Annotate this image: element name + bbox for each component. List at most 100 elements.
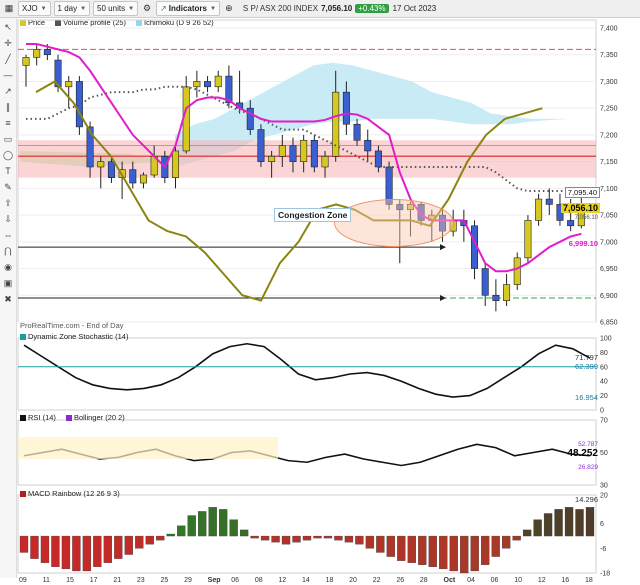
date-tick-label: 17: [90, 577, 98, 584]
candle-body: [172, 150, 180, 178]
stochastic-tick-label: 20: [600, 393, 608, 400]
rsi-label: RSI (14): [28, 413, 56, 422]
macd-bar: [30, 535, 39, 559]
candle-body: [300, 139, 308, 162]
stochastic-tick-label: 40: [600, 379, 608, 386]
price-tick-label: 7,100: [600, 186, 618, 193]
stochastic-line: [23, 342, 591, 398]
macd-bar: [72, 535, 81, 572]
date-tick-label: 06: [231, 577, 239, 584]
date-tick-label: 12: [278, 577, 286, 584]
macd-bar: [198, 511, 207, 537]
macd-bar: [93, 535, 102, 567]
stochastic-swatch: [20, 333, 26, 340]
candle-body: [193, 81, 201, 88]
date-tick-label: 08: [255, 577, 263, 584]
date-tick-label: 29: [184, 577, 192, 584]
indicator-panels: 100 80 60 40 20 0 70 50 30 20 6 -6 -18: [17, 336, 612, 578]
candle-body: [513, 257, 521, 285]
macd-bar: [103, 535, 113, 563]
date-tick-label: 16: [561, 577, 569, 584]
date-tick-label: 28: [420, 577, 428, 584]
macd-bar: [260, 535, 270, 541]
candle-body: [364, 139, 372, 152]
bollinger-band-fill: [18, 437, 278, 459]
date-tick-label: 06: [491, 577, 499, 584]
candle-body: [278, 145, 286, 157]
macd-bar: [533, 519, 542, 537]
bollinger-swatch: [65, 414, 72, 421]
last-price-small-tag: 7,056.10: [574, 215, 598, 221]
macd-bar: [271, 535, 280, 543]
macd-bar: [177, 525, 186, 537]
macd-bar: [491, 535, 500, 557]
macd-bar: [323, 535, 333, 539]
date-tick-label: 26: [396, 577, 404, 584]
candle-body: [342, 91, 350, 125]
macd-bar: [365, 535, 375, 549]
macd-bar: [386, 535, 396, 557]
arrow-head-lower: [440, 294, 446, 301]
candle-body: [129, 169, 137, 184]
macd-bar: [302, 535, 312, 541]
macd-bar: [460, 535, 469, 574]
macd-bar: [281, 535, 291, 545]
rsi-tick-label: 30: [600, 483, 608, 490]
date-tick-label: 04: [467, 577, 475, 584]
macd-bar: [376, 535, 385, 553]
macd-bar: [135, 535, 144, 549]
price-tick-label: 7,300: [600, 79, 618, 86]
macd-bar: [40, 535, 50, 563]
price-tick-label: 6,950: [600, 266, 618, 273]
price-tick-label: 7,000: [600, 239, 618, 246]
date-tick-label: 11: [43, 577, 50, 584]
macd-legend: MACD Rainbow (12 26 9 3): [20, 489, 120, 498]
macd-bar: [82, 535, 92, 572]
candle-body: [545, 198, 553, 205]
date-tick-label: 21: [113, 577, 121, 584]
candle-body: [33, 49, 41, 58]
candle-body: [321, 155, 329, 168]
date-tick-label: Oct: [444, 577, 456, 584]
candle-body: [374, 150, 382, 168]
macd-bar: [156, 535, 165, 541]
data-source-label: ProRealTime.com - End of Day: [20, 321, 124, 330]
macd-bar: [575, 509, 584, 537]
macd-bar: [501, 535, 511, 549]
candle-body: [567, 220, 575, 227]
macd-bar: [187, 515, 196, 537]
kijun-price-tag: 6,999.10: [568, 239, 598, 248]
price-tick-label: 6,900: [600, 293, 618, 300]
cloud-price-tag: 7,095.40: [564, 187, 600, 198]
date-tick-label: 23: [137, 577, 145, 584]
macd-bar: [397, 535, 406, 561]
macd-bar: [51, 535, 60, 567]
rsi-legend: RSI (14) Bollinger (20 2): [20, 413, 125, 422]
macd-value-tag: 14.296: [575, 495, 598, 504]
price-tick-label: 7,200: [600, 132, 618, 139]
macd-bar: [19, 535, 29, 553]
macd-tick-label: -18: [600, 571, 610, 578]
macd-tick-label: 20: [600, 493, 608, 500]
date-tick-label: 18: [585, 577, 593, 584]
macd-bar: [239, 529, 249, 537]
price-axis: 7,400 7,350 7,300 7,250 7,200 7,150 7,100 7,050…: [600, 26, 618, 327]
macd-bar: [208, 507, 217, 537]
date-tick-label: 10: [514, 577, 522, 584]
candle-body: [524, 220, 532, 259]
macd-bar: [229, 519, 238, 537]
macd-bar: [61, 535, 71, 570]
candle-body: [353, 123, 361, 141]
candle-body: [204, 81, 212, 88]
candle-body: [214, 75, 222, 88]
congestion-zone-label: Congestion Zone: [274, 208, 352, 222]
macd-bar: [428, 535, 437, 567]
macd-bar: [313, 535, 322, 539]
date-tick-label: 09: [19, 577, 27, 584]
macd-bar: [585, 507, 595, 537]
macd-bar: [522, 529, 532, 537]
stochastic-tick-label: 60: [600, 364, 608, 371]
candle-body: [481, 268, 489, 296]
macd-bar: [292, 535, 301, 543]
date-tick-label: Sep: [208, 577, 221, 584]
